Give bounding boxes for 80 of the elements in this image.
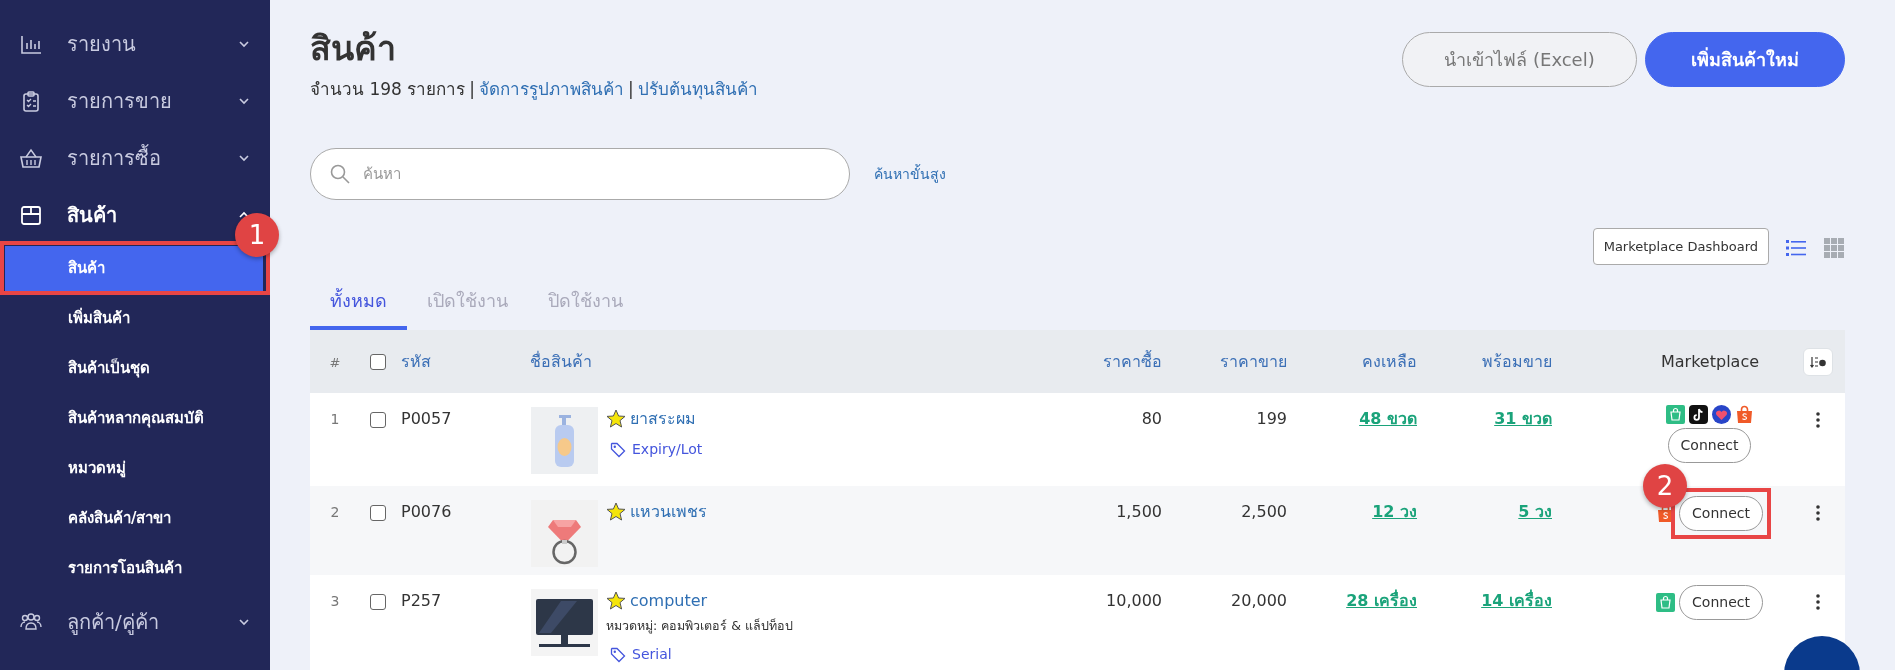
people-icon [20,610,42,633]
available-link[interactable]: 5 วง [1518,502,1552,522]
connect-button[interactable]: Connect [1667,428,1752,464]
column-header: ราคาขาย [1220,351,1287,371]
column-header: ชื่อสินค้า [530,351,592,371]
search-icon [330,164,350,185]
column-header: รหัส [401,351,431,371]
column-header: # [329,354,341,370]
sidebar-subitem[interactable]: สินค้าเป็นชุด [5,345,263,391]
purchase-price: 1,500 [1116,502,1162,522]
basket-icon [20,146,42,169]
sidebar-item[interactable]: ลูกค้า/คู่ค้า [0,593,232,650]
step-badge: 1 [235,213,279,257]
dashboard-button[interactable]: Marketplace Dashboard [1592,228,1769,266]
tag-icon [610,441,626,458]
column-header: ราคาซื้อ [1103,351,1162,371]
product-name-link[interactable]: แหวนเพชร [630,500,707,525]
stock-link[interactable]: 12 วง [1372,502,1417,522]
clipboard-icon [20,89,42,112]
sale-price: 2,500 [1241,502,1287,522]
box-icon [20,203,42,226]
stock-link[interactable]: 28 เครื่อง [1346,591,1417,611]
import-button[interactable]: นำเข้าไฟล์ (Excel) [1402,32,1637,87]
shopping-bag-icon [1656,593,1676,613]
product-code: P0076 [401,502,452,522]
row-number: 1 [330,411,340,428]
product-category: หมวดหมู่: คอมพิวเตอร์ & แล็ปท็อป [606,617,793,636]
sale-price: 20,000 [1231,591,1287,611]
step-badge: 2 [1643,464,1688,509]
star-icon [606,409,626,430]
row-number: 3 [330,593,340,610]
row-checkbox[interactable] [369,504,386,521]
sidebar-subitem[interactable]: รายการโอนสินค้า [5,545,263,591]
product-name-link[interactable]: computer [630,589,708,614]
connect-button[interactable]: Connect [1679,496,1763,532]
sort-icon [1809,356,1826,369]
star-icon [606,591,626,612]
column-header: พร้อมขาย [1482,351,1552,371]
sidebar-subitem[interactable]: สินค้าหลากคุณสมบัติ [5,395,263,441]
row-checkbox[interactable] [369,411,386,428]
available-link[interactable]: 14 เครื่อง [1481,591,1552,611]
select-all-checkbox[interactable] [369,354,386,371]
advanced-search-link[interactable]: ค้นหาขั้นสูง [874,163,946,185]
column-header: คงเหลือ [1362,351,1417,371]
product-tag: Serial [610,644,672,666]
sidebar-subitem[interactable]: เพิ่มสินค้า [5,295,263,341]
product-code: P0057 [401,409,452,429]
sidebar-item[interactable]: รายการขาย [0,72,232,129]
add-product-button[interactable]: เพิ่มสินค้าใหม่ [1645,32,1845,87]
sidebar-item[interactable]: รายการซื้อ [0,129,232,186]
tag-icon [610,646,626,663]
purchase-price: 10,000 [1106,591,1162,611]
separator: | [628,77,634,101]
stock-link[interactable]: 48 ขวด [1359,409,1417,429]
purchase-price: 80 [1141,409,1162,429]
search-field[interactable]: ค้นหา [310,148,850,201]
row-number: 2 [330,504,340,521]
row-checkbox[interactable] [369,593,386,610]
page-link[interactable]: ปรับต้นทุนสินค้า [637,76,758,103]
separator: | [469,77,475,101]
shopping-bag-icon [1665,405,1685,425]
sidebar-item[interactable]: รายงาน [0,15,232,72]
star-icon [606,502,626,523]
column-header: Marketplace [1660,351,1759,371]
column-settings-button[interactable] [1802,347,1833,376]
shopping-bag-icon [1734,405,1754,425]
sidebar-subitem[interactable]: สินค้า [5,245,263,291]
available-link[interactable]: 31 ขวด [1494,409,1552,429]
connect-button[interactable]: Connect [1679,585,1763,621]
product-count: จำนวน 198 รายการ [310,77,466,101]
sidebar-subitem[interactable]: คลังสินค้า/สาขา [5,495,263,541]
product-tag: Expiry/Lot [610,439,703,461]
sidebar-item[interactable]: สินค้า [0,186,232,243]
page-title: สินค้า [310,28,397,69]
product-name-link[interactable]: ยาสระผม [630,407,696,432]
product-code: P257 [401,591,442,611]
page-link[interactable]: จัดการรูปภาพสินค้า [479,76,624,103]
sidebar-subitem[interactable]: หมวดหมู่ [5,445,263,491]
sale-price: 199 [1256,409,1287,429]
note-icon [1688,405,1708,425]
